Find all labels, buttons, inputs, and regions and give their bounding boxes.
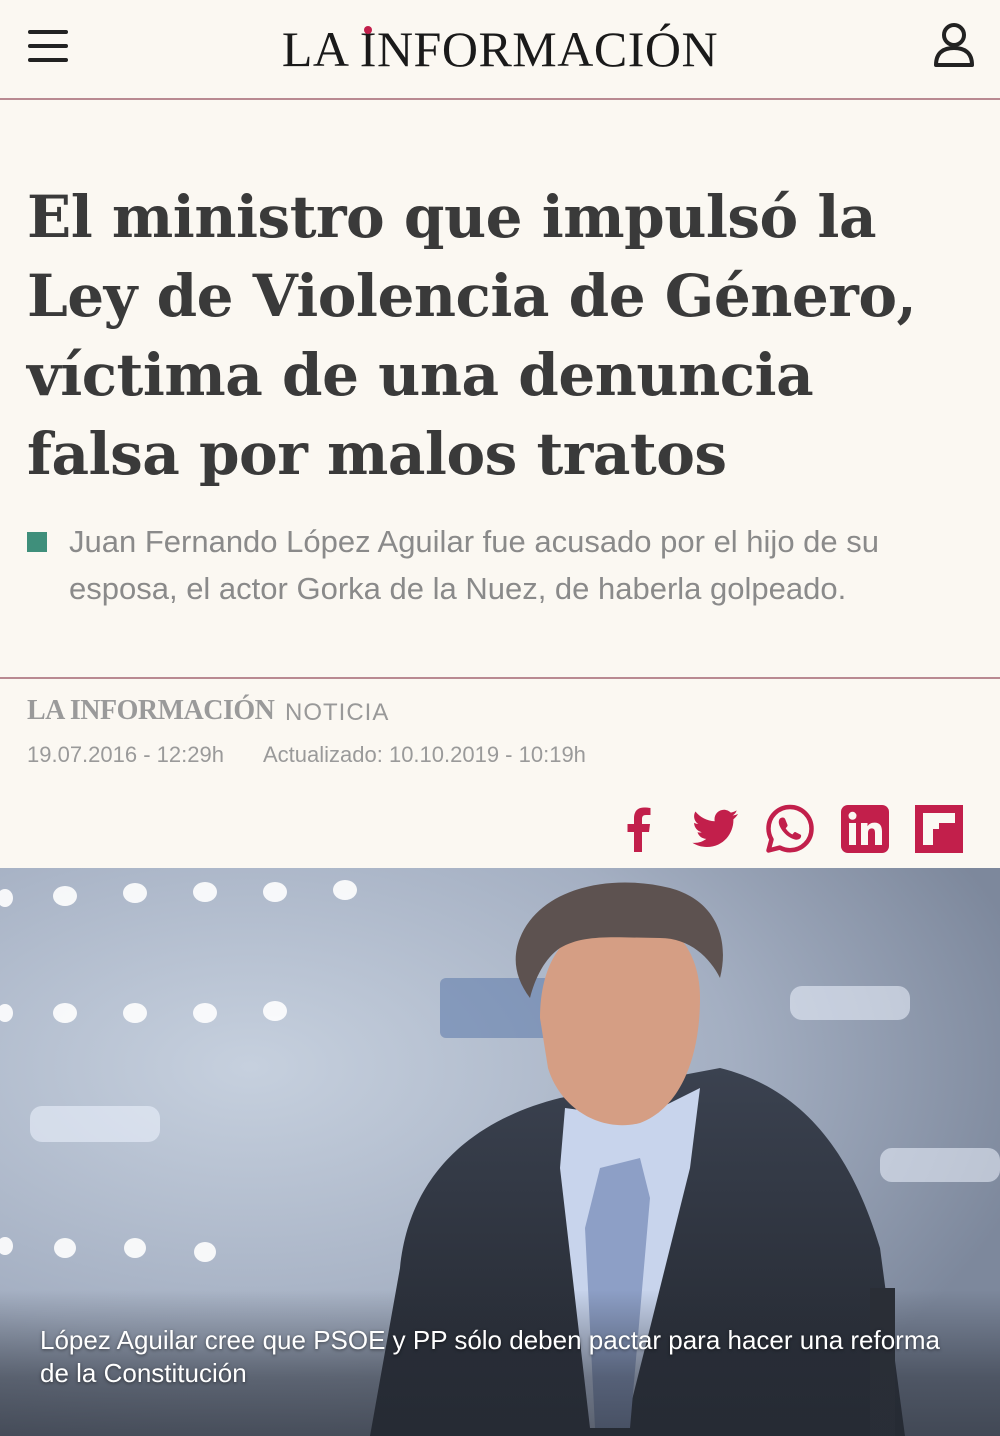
facebook-icon[interactable] (612, 802, 666, 856)
logo-text: LA (281, 21, 360, 77)
logo-text: NFORMACI (376, 21, 645, 77)
top-bar: LA INFORMACIÓN (0, 0, 1000, 100)
article-subtitle-block: Juan Fernando López Aguilar fue acusado … (27, 518, 957, 612)
subtitle-marker (27, 532, 47, 552)
twitter-icon[interactable] (688, 802, 742, 856)
article-source[interactable]: LA INFORMACIÓN (27, 695, 275, 727)
article-type: NOTICIA (285, 699, 390, 726)
logo-text: Ó (644, 21, 682, 77)
updated-date: Actualizado: 10.10.2019 - 10:19h (263, 742, 586, 767)
logo-text: N (681, 21, 719, 77)
article-subtitle: Juan Fernando López Aguilar fue acusado … (69, 524, 880, 606)
flipboard-icon[interactable] (912, 802, 966, 856)
linkedin-icon[interactable] (838, 802, 892, 856)
article-headline: El ministro que impulsó la Ley de Violen… (27, 183, 917, 488)
logo-text: I (359, 21, 377, 77)
publish-date: 19.07.2016 - 12:29h (27, 742, 224, 767)
user-account-icon[interactable] (932, 22, 976, 68)
whatsapp-icon[interactable] (763, 802, 817, 856)
photo-caption: López Aguilar cree que PSOE y PP sólo de… (40, 1325, 940, 1388)
site-logo[interactable]: LA INFORMACIÓN (0, 20, 1000, 78)
divider (0, 677, 1000, 679)
